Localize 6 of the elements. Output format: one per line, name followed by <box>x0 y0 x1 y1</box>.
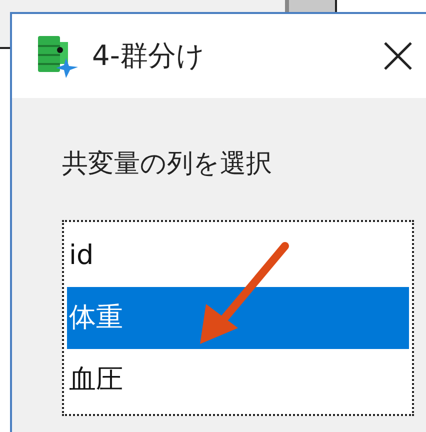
prompt-label: 共変量の列を選択 <box>62 148 273 181</box>
list-item[interactable]: 体重 <box>67 287 409 349</box>
column-listbox[interactable]: id 体重 血圧 <box>62 220 414 416</box>
close-icon <box>383 41 413 71</box>
database-star-icon <box>36 34 80 78</box>
window-title: 4-群分け <box>92 38 205 74</box>
